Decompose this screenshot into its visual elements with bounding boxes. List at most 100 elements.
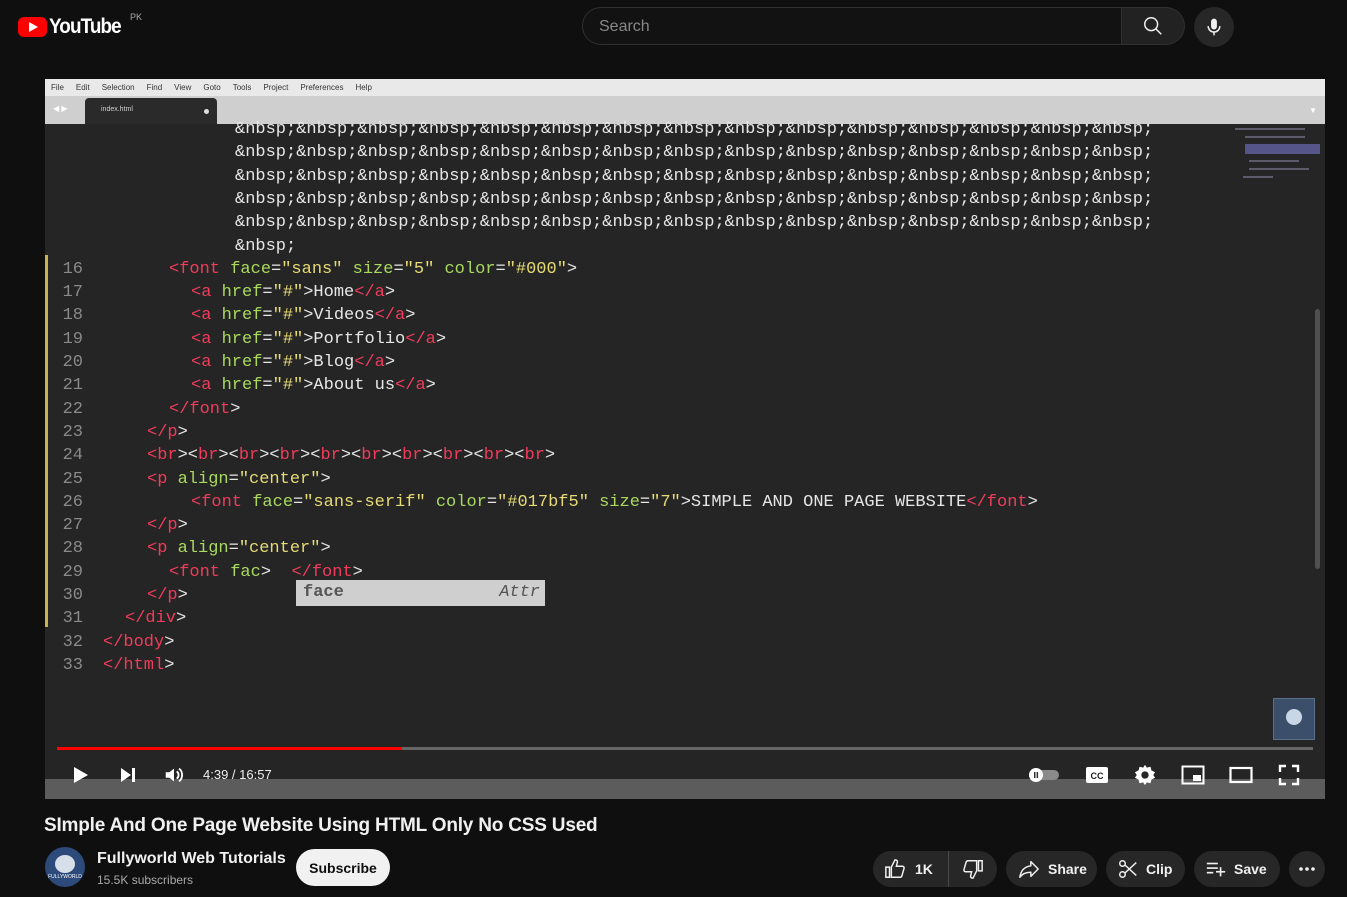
code-token: br xyxy=(483,446,505,466)
line-number: 26 xyxy=(62,492,83,512)
line-number: 29 xyxy=(62,562,83,582)
code-token: br xyxy=(320,446,341,466)
skip-next-icon xyxy=(121,768,135,782)
autoplay-toggle[interactable] xyxy=(1027,765,1061,785)
editor-menu-item: Edit xyxy=(75,83,90,92)
like-dislike-group: 1K xyxy=(873,851,997,887)
tab-nav-arrows-icon: ◀ ▶ xyxy=(53,104,68,113)
code-token: color xyxy=(444,259,496,279)
code-token: >About us xyxy=(303,376,396,396)
code-token: > xyxy=(176,609,187,629)
code-token: </html xyxy=(103,655,165,675)
line-number: 19 xyxy=(62,329,83,349)
subscriber-count: 15.5K subscribers xyxy=(97,873,194,887)
code-token: href xyxy=(221,353,263,372)
code-text: </p> xyxy=(147,421,188,444)
channel-watermark[interactable] xyxy=(1273,698,1315,740)
search-input[interactable] xyxy=(597,8,1101,46)
theater-mode-button[interactable] xyxy=(1226,763,1256,787)
code-text: </font> xyxy=(169,398,240,421)
code-token: > xyxy=(566,259,578,279)
channel-name[interactable]: Fullyworld Web Tutorials xyxy=(97,850,286,868)
progress-bar[interactable] xyxy=(57,747,1313,750)
line-number: 22 xyxy=(62,399,83,419)
play-button[interactable] xyxy=(65,763,95,787)
search-button[interactable] xyxy=(1122,7,1185,45)
volume-icon xyxy=(165,767,183,783)
subscribe-button[interactable]: Subscribe xyxy=(296,849,390,886)
like-button[interactable]: 1K xyxy=(873,851,949,887)
volume-button[interactable] xyxy=(159,763,189,787)
logo-text: YouTube xyxy=(49,15,122,38)
code-token: = xyxy=(262,306,273,326)
code-token: face xyxy=(230,259,272,279)
share-button[interactable]: Share xyxy=(1006,851,1097,887)
code-token: </a xyxy=(354,353,385,372)
code-token: br xyxy=(238,446,260,466)
tab-dropdown-icon: ▼ xyxy=(1309,106,1317,115)
save-button[interactable]: Save xyxy=(1194,851,1280,887)
youtube-logo[interactable]: YouTube PK xyxy=(18,12,142,39)
miniplayer-button[interactable] xyxy=(1178,763,1208,787)
code-token: <a xyxy=(191,376,212,396)
code-token: >Home xyxy=(303,283,355,303)
settings-button[interactable] xyxy=(1130,763,1160,787)
line-number: 32 xyxy=(62,632,83,652)
line-number: 28 xyxy=(62,539,83,559)
code-token: "#000" xyxy=(505,259,567,279)
code-token: br xyxy=(442,446,464,466)
code-token: >Videos xyxy=(303,306,375,326)
code-token: br xyxy=(361,446,382,466)
fullscreen-button[interactable] xyxy=(1274,763,1304,787)
code-token: > xyxy=(177,586,188,605)
code-token: </p xyxy=(147,586,178,605)
code-text: &nbsp; xyxy=(235,236,297,256)
code-token: "#" xyxy=(272,306,304,326)
captions-button[interactable]: CC xyxy=(1082,763,1112,787)
save-label: Save xyxy=(1234,861,1267,877)
code-area: &nbsp;&nbsp;&nbsp;&nbsp;&nbsp;&nbsp;&nbs… xyxy=(45,120,1315,774)
code-token: > xyxy=(384,353,396,372)
theater-mode-icon xyxy=(1229,766,1253,784)
code-token: >< xyxy=(259,446,280,466)
clip-button[interactable]: Clip xyxy=(1106,851,1185,887)
code-token: face xyxy=(252,492,294,512)
code-token: br xyxy=(279,446,301,466)
editor-menu-item: Tools xyxy=(232,83,252,92)
line-number: 33 xyxy=(62,655,83,675)
code-token: = xyxy=(228,469,239,489)
line-number: 17 xyxy=(62,283,83,303)
voice-search-button[interactable] xyxy=(1194,7,1234,47)
code-text: </html> xyxy=(103,654,174,677)
channel-avatar[interactable]: FULLYWORLD xyxy=(45,847,85,887)
editor-minimap xyxy=(1235,124,1320,194)
video-player[interactable]: File Edit Selection Find View Goto Tools Projec… xyxy=(45,79,1325,799)
share-icon xyxy=(1019,860,1039,878)
dislike-button[interactable] xyxy=(949,851,996,887)
captions-icon: CC xyxy=(1086,767,1108,783)
line-number: 24 xyxy=(62,446,83,466)
code-token: br xyxy=(198,446,219,466)
line-number: 16 xyxy=(62,259,83,279)
code-text: <font face="sans" size="5" color="#000"> xyxy=(169,258,577,281)
code-token: </font xyxy=(291,562,353,582)
code-text: </body> xyxy=(103,631,174,654)
code-token: >< xyxy=(422,446,443,466)
code-token: <a xyxy=(191,329,212,349)
more-actions-button[interactable] xyxy=(1289,851,1325,887)
editor-menu-item: Project xyxy=(263,83,289,92)
next-button[interactable] xyxy=(113,763,143,787)
code-token: align xyxy=(177,469,229,489)
code-token: br xyxy=(402,446,423,466)
code-token: </font xyxy=(169,399,231,419)
code-token: br xyxy=(524,446,545,466)
